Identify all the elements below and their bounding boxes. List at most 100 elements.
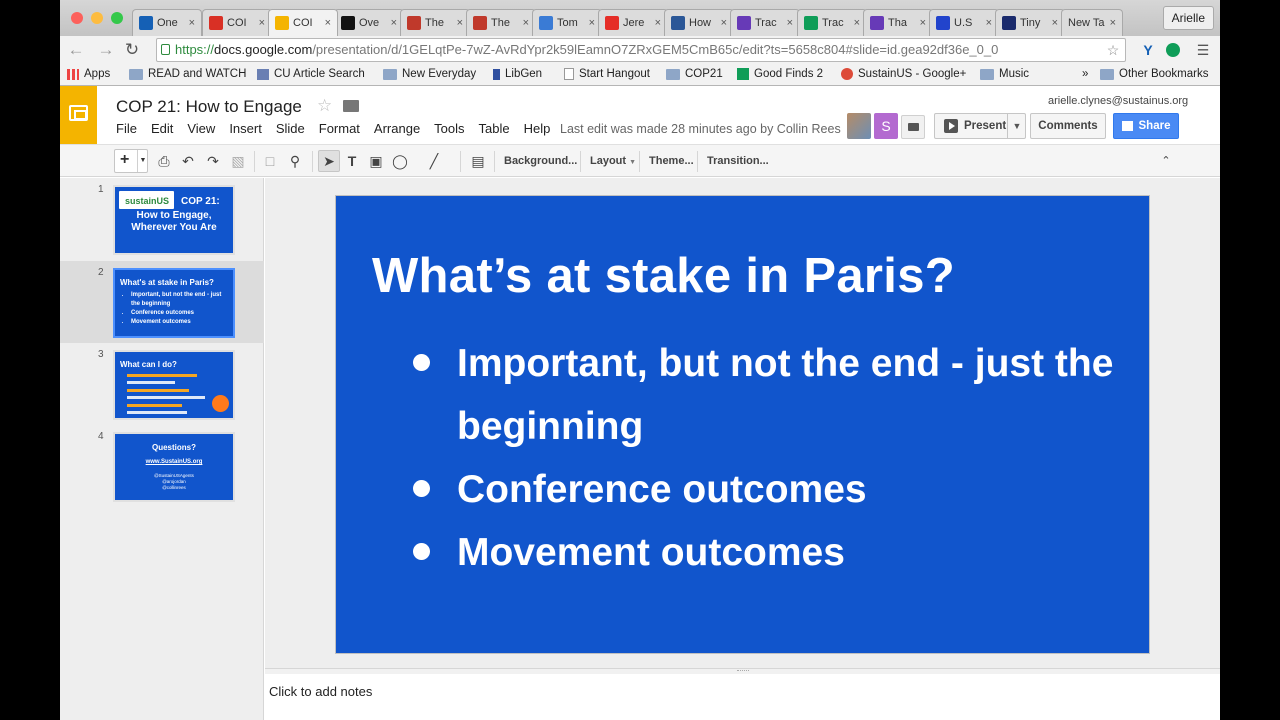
close-icon[interactable]: × bbox=[457, 17, 463, 29]
bookmark-item[interactable]: Apps bbox=[67, 68, 110, 80]
undo-icon[interactable]: ↶ bbox=[180, 153, 196, 169]
browser-tab[interactable]: The × bbox=[466, 9, 536, 36]
comment-icon[interactable]: ▤ bbox=[470, 153, 486, 169]
bookmark-item[interactable]: Music bbox=[980, 68, 1029, 80]
browser-tab[interactable]: Tha × bbox=[863, 9, 933, 36]
collaborator-avatar[interactable]: S bbox=[874, 113, 898, 139]
maximize-window-button[interactable] bbox=[111, 12, 123, 24]
close-icon[interactable]: × bbox=[1110, 17, 1116, 29]
browser-tab[interactable]: Trac × bbox=[797, 9, 867, 36]
other-bookmarks[interactable]: Other Bookmarks bbox=[1100, 68, 1208, 80]
image-icon[interactable]: ▣ bbox=[368, 153, 384, 169]
chevron-down-icon[interactable]: ▼ bbox=[1007, 114, 1026, 138]
zoom-fit-icon[interactable]: □ bbox=[262, 153, 278, 169]
close-icon[interactable]: × bbox=[854, 17, 860, 29]
filmstrip-slide-2[interactable]: 2 What's at stake in Paris? Important, b… bbox=[60, 261, 264, 343]
slide-body[interactable]: Important, but not the end - just the be… bbox=[406, 332, 1146, 584]
print-icon[interactable]: ⎙ bbox=[156, 153, 172, 169]
filmstrip-slide-3[interactable]: 3 What can I do? bbox=[60, 343, 264, 425]
slide-thumbnail[interactable]: What's at stake in Paris? Important, but… bbox=[113, 268, 235, 338]
collapse-toolbar-icon[interactable]: ⌃ bbox=[1158, 153, 1174, 169]
slide-canvas[interactable]: What’s at stake in Paris? Important, but… bbox=[335, 195, 1150, 654]
bookmark-item[interactable]: SustainUS - Google+ bbox=[841, 68, 966, 80]
minimize-window-button[interactable] bbox=[91, 12, 103, 24]
chevron-down-icon[interactable]: ▼ bbox=[137, 150, 148, 172]
profile-button[interactable]: Arielle bbox=[1162, 6, 1214, 30]
browser-tab[interactable]: Jere × bbox=[598, 9, 668, 36]
browser-tab[interactable]: Ove × bbox=[334, 9, 404, 36]
transition-button[interactable]: Transition... bbox=[707, 155, 769, 167]
slide-thumbnail[interactable]: Questions? www.SustainUS.org @SustainUSA… bbox=[113, 432, 235, 502]
bookmarks-overflow-button[interactable]: » bbox=[1082, 68, 1088, 80]
menu-file[interactable]: File bbox=[116, 121, 137, 136]
close-icon[interactable]: × bbox=[259, 17, 265, 29]
shape-icon[interactable]: ◯ bbox=[392, 153, 408, 169]
comments-button[interactable]: Comments bbox=[1030, 113, 1106, 139]
browser-tab[interactable]: Tiny × bbox=[995, 9, 1065, 36]
account-email[interactable]: arielle.clynes@sustainus.org bbox=[1048, 95, 1188, 107]
comment-icon[interactable] bbox=[901, 115, 925, 139]
menu-help[interactable]: Help bbox=[524, 121, 551, 136]
back-arrow-icon[interactable]: ← bbox=[66, 40, 86, 60]
browser-tab[interactable]: The × bbox=[400, 9, 470, 36]
menu-view[interactable]: View bbox=[187, 121, 215, 136]
share-button[interactable]: Share bbox=[1113, 113, 1179, 139]
close-icon[interactable]: × bbox=[721, 17, 727, 29]
last-edit-status[interactable]: Last edit was made 28 minutes ago by Col… bbox=[560, 122, 841, 136]
forward-arrow-icon[interactable]: → bbox=[96, 40, 116, 60]
avatar[interactable] bbox=[847, 113, 871, 139]
background-button[interactable]: Background... bbox=[504, 155, 577, 167]
folder-icon[interactable] bbox=[343, 100, 359, 112]
bookmark-star-icon[interactable]: ☆ bbox=[1104, 41, 1122, 59]
bookmark-item[interactable]: CU Article Search bbox=[257, 68, 365, 80]
close-icon[interactable]: × bbox=[1052, 17, 1058, 29]
yahoo-extension-icon[interactable]: Y bbox=[1139, 41, 1157, 59]
bookmark-item[interactable]: Good Finds 2 bbox=[737, 68, 823, 80]
new-slide-button[interactable]: + ▼ bbox=[114, 149, 148, 173]
close-icon[interactable]: × bbox=[589, 17, 595, 29]
bookmark-item[interactable]: READ and WATCH bbox=[129, 68, 246, 80]
filmstrip-slide-4[interactable]: 4 Questions? www.SustainUS.org @SustainU… bbox=[60, 425, 264, 507]
browser-tab[interactable]: One × bbox=[132, 9, 202, 36]
menu-slide[interactable]: Slide bbox=[276, 121, 305, 136]
slides-logo-icon[interactable] bbox=[60, 86, 97, 144]
hangouts-extension-icon[interactable] bbox=[1164, 41, 1182, 59]
layout-button[interactable]: Layout ▼ bbox=[590, 155, 636, 167]
close-window-button[interactable] bbox=[71, 12, 83, 24]
slide-thumbnail[interactable]: What can I do? bbox=[113, 350, 235, 420]
browser-tab[interactable]: Trac × bbox=[730, 9, 800, 36]
close-icon[interactable]: × bbox=[787, 17, 793, 29]
browser-tab[interactable]: How × bbox=[664, 9, 734, 36]
zoom-icon[interactable]: ⚲ bbox=[287, 153, 303, 169]
redo-icon[interactable]: ↷ bbox=[205, 153, 221, 169]
menu-edit[interactable]: Edit bbox=[151, 121, 173, 136]
text-box-icon[interactable]: T bbox=[344, 153, 360, 169]
star-icon[interactable]: ☆ bbox=[317, 96, 332, 116]
close-icon[interactable]: × bbox=[189, 17, 195, 29]
menu-arrange[interactable]: Arrange bbox=[374, 121, 420, 136]
menu-format[interactable]: Format bbox=[319, 121, 360, 136]
bookmark-item[interactable]: Start Hangout bbox=[564, 68, 650, 80]
document-title[interactable]: COP 21: How to Engage bbox=[116, 97, 302, 117]
bookmark-item[interactable]: COP21 bbox=[666, 68, 723, 80]
browser-tab[interactable]: New Ta × bbox=[1061, 9, 1123, 36]
reload-icon[interactable]: ↻ bbox=[122, 40, 142, 60]
present-button[interactable]: Present ▼ bbox=[934, 113, 1026, 139]
filmstrip-slide-1[interactable]: 1 sustainUS COP 21: How to Engage, Where… bbox=[60, 178, 264, 260]
bookmark-item[interactable]: LibGen bbox=[493, 68, 542, 80]
line-icon[interactable]: ╱ bbox=[426, 153, 442, 169]
menu-table[interactable]: Table bbox=[479, 121, 510, 136]
menu-insert[interactable]: Insert bbox=[229, 121, 262, 136]
browser-tab[interactable]: COI × bbox=[268, 9, 338, 36]
address-bar[interactable]: https://docs.google.com/presentation/d/1… bbox=[156, 38, 1126, 62]
menu-tools[interactable]: Tools bbox=[434, 121, 464, 136]
theme-button[interactable]: Theme... bbox=[649, 155, 694, 167]
menu-icon[interactable]: ☰ bbox=[1194, 41, 1212, 59]
bookmark-item[interactable]: New Everyday bbox=[383, 68, 476, 80]
browser-tab[interactable]: U.S × bbox=[929, 9, 999, 36]
slide-title[interactable]: What’s at stake in Paris? bbox=[372, 248, 955, 304]
close-icon[interactable]: × bbox=[391, 17, 397, 29]
slide-thumbnail[interactable]: sustainUS COP 21: How to Engage, Whereve… bbox=[113, 185, 235, 255]
close-icon[interactable]: × bbox=[986, 17, 992, 29]
speaker-notes[interactable]: Click to add notes bbox=[265, 674, 1220, 720]
